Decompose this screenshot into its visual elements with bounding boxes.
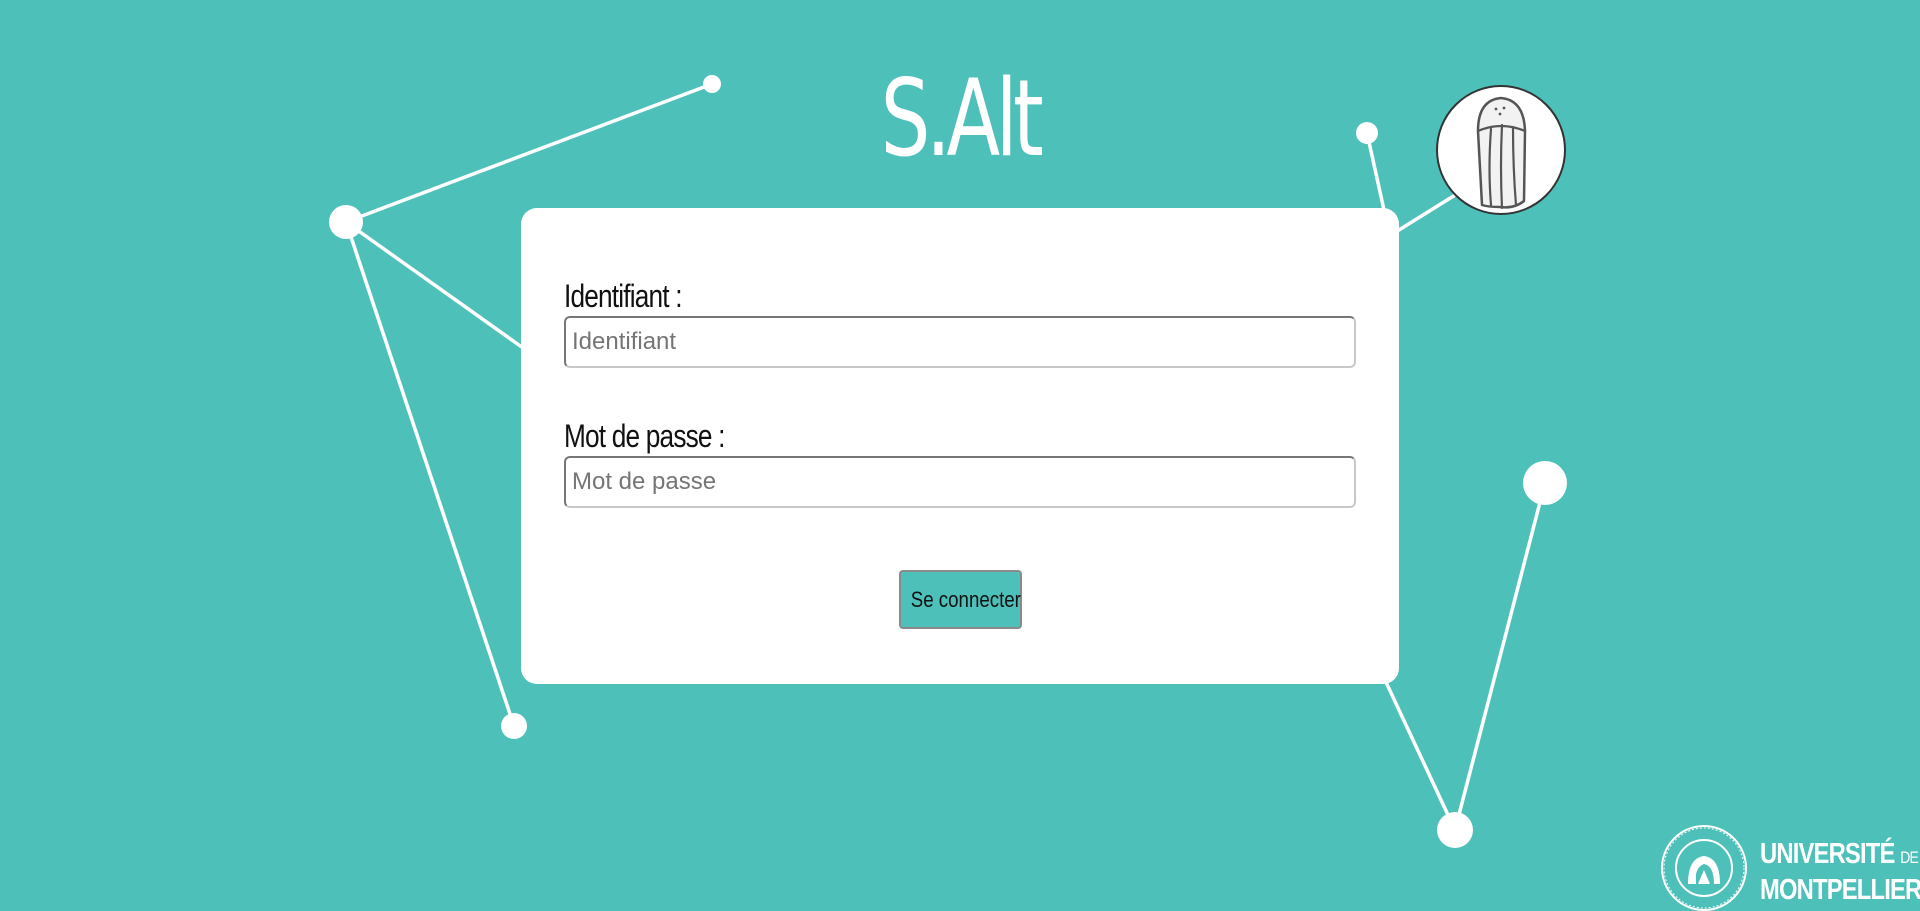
network-node: [501, 713, 527, 739]
university-seal-icon: [1661, 825, 1747, 911]
login-page: S.Alt Identifiant : Mot de passe : Se co…: [0, 0, 1920, 911]
university-name: UNIVERSITÉ DE MONTPELLIER: [1760, 838, 1920, 906]
university-de: DE: [1900, 848, 1919, 867]
password-input[interactable]: [564, 456, 1356, 508]
username-label: Identifiant :: [564, 278, 683, 314]
password-label: Mot de passe :: [564, 418, 725, 454]
university-line1: UNIVERSITÉ: [1760, 838, 1895, 870]
username-input[interactable]: [564, 316, 1356, 368]
login-card: Identifiant : Mot de passe : Se connecte…: [521, 208, 1399, 684]
salt-shaker-icon: [1476, 96, 1527, 210]
network-node: [1437, 812, 1473, 848]
app-logo: [1436, 85, 1566, 215]
network-node: [1523, 461, 1567, 505]
network-node: [329, 205, 363, 239]
university-line2: MONTPELLIER: [1760, 874, 1920, 906]
login-button[interactable]: Se connecter: [899, 570, 1022, 629]
login-button-label: Se connecter: [910, 586, 1021, 612]
university-logo: UNIVERSITÉ DE MONTPELLIER: [1658, 822, 1920, 911]
